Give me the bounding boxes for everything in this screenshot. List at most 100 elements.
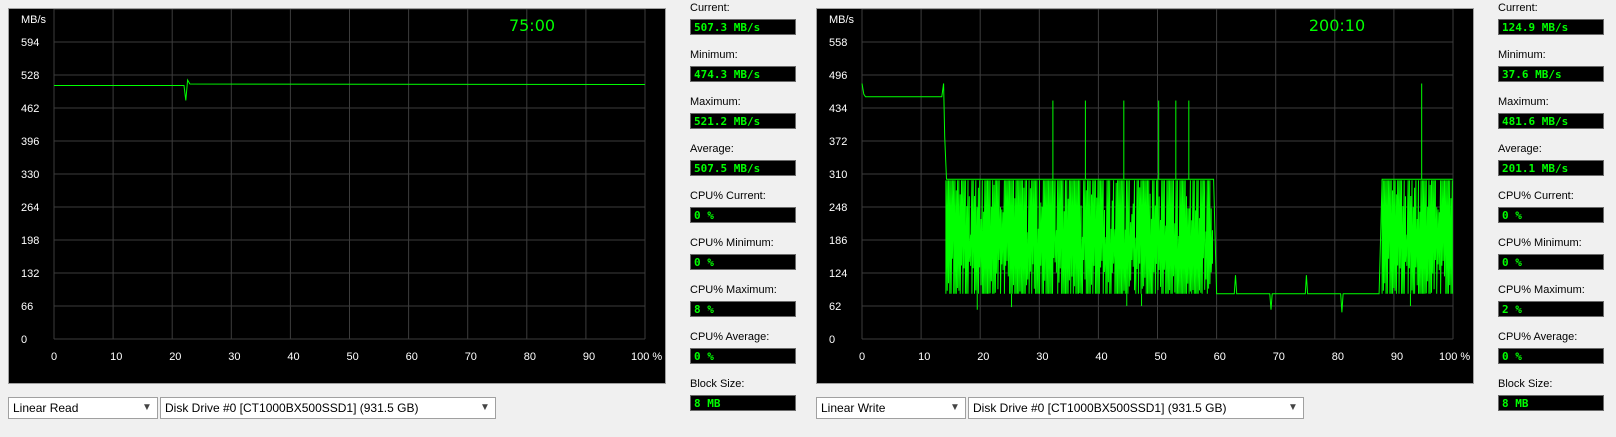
x-tick-label: 60 — [406, 351, 418, 363]
stat-label: CPU% Minimum: — [1498, 237, 1582, 249]
x-tick-label: 100 % — [1439, 351, 1470, 363]
drive-value: Disk Drive #0 [CT1000BX500SSD1] (931.5 G… — [165, 401, 419, 415]
y-tick-label: 264 — [21, 202, 39, 214]
y-tick-label: 124 — [829, 268, 847, 280]
y-tick-label: 0 — [829, 334, 835, 346]
stat-label: CPU% Maximum: — [1498, 284, 1585, 296]
y-tick-label: 310 — [829, 169, 847, 181]
write-chart: 0 62 124 186 248 310 372 434 496 558 0 10 20 30 40 50 60… — [816, 8, 1474, 384]
stat-label: CPU% Current: — [690, 190, 766, 202]
y-tick-label: 496 — [829, 70, 847, 82]
stat-label: Minimum: — [690, 49, 738, 61]
stat-label: Current: — [1498, 2, 1538, 14]
y-tick-label: 248 — [829, 202, 847, 214]
stat-value: 0 % — [690, 207, 796, 223]
drive-select[interactable]: Disk Drive #0 [CT1000BX500SSD1] (931.5 G… — [160, 397, 496, 419]
stat-label: Minimum: — [1498, 49, 1546, 61]
stat-value: 0 % — [1498, 348, 1604, 364]
y-tick-label: 372 — [829, 136, 847, 148]
chevron-down-icon: ▼ — [142, 402, 152, 413]
x-tick-label: 40 — [1095, 351, 1107, 363]
x-tick-label: 10 — [918, 351, 930, 363]
y-tick-label: 558 — [829, 37, 847, 49]
test-mode-value: Linear Write — [821, 401, 886, 415]
y-tick-label: 396 — [21, 136, 39, 148]
y-tick-label: 434 — [829, 103, 847, 115]
timer-label: 75:00 — [509, 16, 555, 35]
stat-label: CPU% Minimum: — [690, 237, 774, 249]
x-tick-label: 30 — [228, 351, 240, 363]
stat-value: 507.5 MB/s — [690, 160, 796, 176]
x-tick-label: 50 — [1155, 351, 1167, 363]
stat-label: Block Size: — [1498, 378, 1553, 390]
stat-label: Average: — [1498, 143, 1542, 155]
stat-label: CPU% Average: — [1498, 331, 1578, 343]
stat-label: Current: — [690, 2, 730, 14]
stat-label: CPU% Maximum: — [690, 284, 777, 296]
x-tick-label: 50 — [347, 351, 359, 363]
read-chart-svg: 0 66 132 198 264 330 396 462 528 594 0 10 20 30 40 50 60… — [21, 9, 662, 363]
test-mode-select[interactable]: Linear Write ▼ — [816, 397, 966, 419]
y-tick-label: 462 — [21, 103, 39, 115]
x-tick-label: 60 — [1214, 351, 1226, 363]
drive-value: Disk Drive #0 [CT1000BX500SSD1] (931.5 G… — [973, 401, 1227, 415]
x-tick-label: 90 — [1391, 351, 1403, 363]
y-axis-unit-label: MB/s — [829, 14, 855, 26]
stat-value: 0 % — [1498, 207, 1604, 223]
y-tick-label: 132 — [21, 268, 39, 280]
test-mode-select[interactable]: Linear Read ▼ — [8, 397, 158, 419]
stat-value: 37.6 MB/s — [1498, 66, 1604, 82]
y-tick-label: 62 — [829, 301, 841, 313]
series-oscillation — [1381, 180, 1453, 294]
test-mode-value: Linear Read — [13, 401, 79, 415]
y-tick-label: 0 — [21, 334, 27, 346]
x-tick-label: 30 — [1036, 351, 1048, 363]
series-oscillation — [945, 180, 1213, 294]
benchmark-panel-read: 0 66 132 198 264 330 396 462 528 594 0 10 20 30 40 50 60… — [0, 0, 800, 437]
stat-value: 201.1 MB/s — [1498, 160, 1604, 176]
y-axis-unit-label: MB/s — [21, 14, 47, 26]
stat-value: 0 % — [690, 348, 796, 364]
x-tick-label: 80 — [1332, 351, 1344, 363]
x-tick-label: 100 % — [631, 351, 662, 363]
chevron-down-icon: ▼ — [950, 402, 960, 413]
x-tick-label: 40 — [287, 351, 299, 363]
x-tick-label: 70 — [465, 351, 477, 363]
stat-value: 0 % — [1498, 254, 1604, 270]
stat-label: Average: — [690, 143, 734, 155]
stat-value: 507.3 MB/s — [690, 19, 796, 35]
stat-value: 521.2 MB/s — [690, 113, 796, 129]
read-chart: 0 66 132 198 264 330 396 462 528 594 0 10 20 30 40 50 60… — [8, 8, 666, 384]
x-tick-label: 10 — [110, 351, 122, 363]
x-tick-label: 20 — [169, 351, 181, 363]
write-chart-svg: 0 62 124 186 248 310 372 434 496 558 0 10 20 30 40 50 60… — [829, 9, 1470, 363]
stat-value: 481.6 MB/s — [1498, 113, 1604, 129]
y-tick-label: 594 — [21, 37, 39, 49]
x-tick-label: 0 — [51, 351, 57, 363]
x-tick-label: 80 — [524, 351, 536, 363]
y-tick-label: 528 — [21, 70, 39, 82]
y-tick-label: 66 — [21, 301, 33, 313]
chevron-down-icon: ▼ — [1288, 402, 1298, 413]
y-tick-label: 330 — [21, 169, 39, 181]
stat-label: CPU% Current: — [1498, 190, 1574, 202]
benchmark-panel-write: 0 62 124 186 248 310 372 434 496 558 0 10 20 30 40 50 60… — [808, 0, 1608, 437]
y-tick-label: 198 — [21, 235, 39, 247]
stat-label: Maximum: — [690, 96, 741, 108]
y-tick-label: 186 — [829, 235, 847, 247]
stat-value: 8 % — [690, 301, 796, 317]
stat-value: 8 MB — [690, 395, 796, 411]
x-tick-label: 0 — [859, 351, 865, 363]
x-tick-label: 20 — [977, 351, 989, 363]
stat-label: Maximum: — [1498, 96, 1549, 108]
stat-label: CPU% Average: — [690, 331, 770, 343]
stat-value: 8 MB — [1498, 395, 1604, 411]
drive-select[interactable]: Disk Drive #0 [CT1000BX500SSD1] (931.5 G… — [968, 397, 1304, 419]
stat-value: 474.3 MB/s — [690, 66, 796, 82]
x-tick-label: 70 — [1273, 351, 1285, 363]
stat-value: 0 % — [690, 254, 796, 270]
stat-value: 124.9 MB/s — [1498, 19, 1604, 35]
stat-label: Block Size: — [690, 378, 745, 390]
x-tick-label: 90 — [583, 351, 595, 363]
timer-label: 200:10 — [1309, 16, 1365, 35]
